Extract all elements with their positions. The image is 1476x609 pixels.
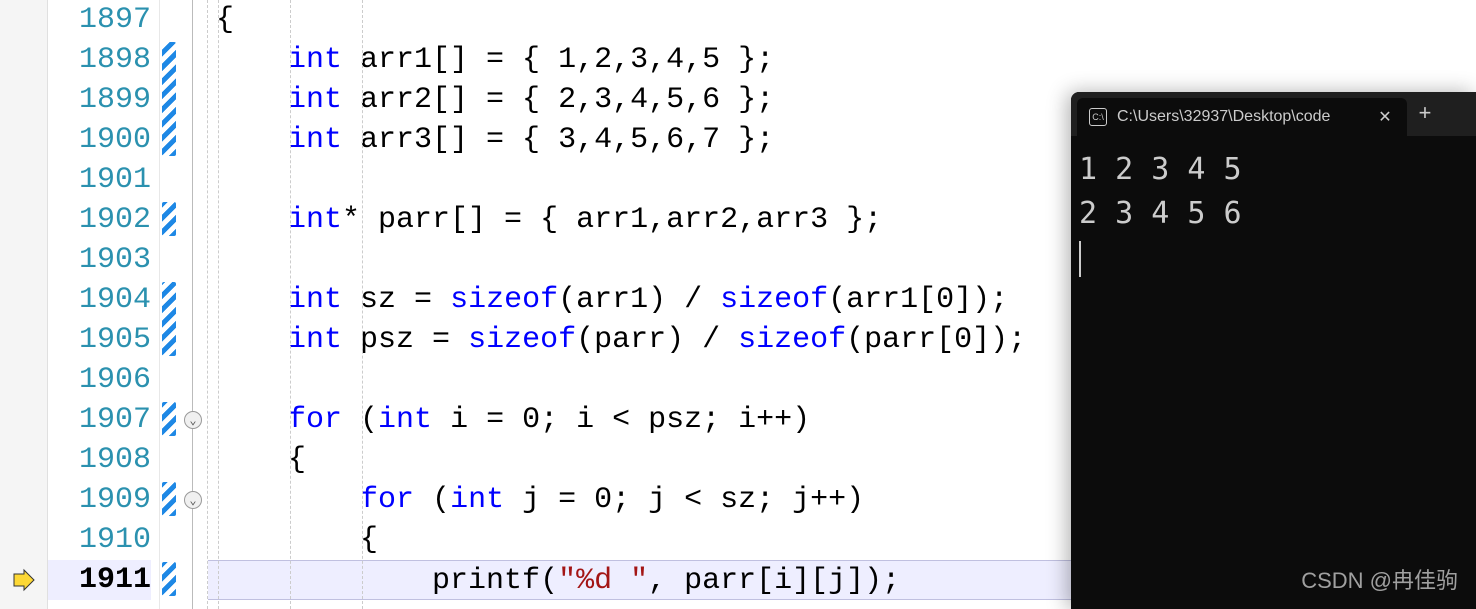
terminal-window: C:\ C:\Users\32937\Desktop\code ✕ + 1 2 … (1071, 92, 1476, 609)
new-tab-button[interactable]: + (1407, 92, 1443, 136)
execution-arrow-icon (12, 568, 36, 592)
line-number: 1906 (48, 360, 151, 400)
line-number: 1897 (48, 0, 151, 40)
change-marker (162, 282, 176, 356)
line-number: 1902 (48, 200, 151, 240)
change-marker (162, 202, 176, 236)
line-number: 1910 (48, 520, 151, 560)
line-number: 1900 (48, 120, 151, 160)
change-marker (162, 42, 176, 156)
output-line: 2 3 4 5 6 (1079, 196, 1242, 231)
terminal-tab-title: C:\Users\32937\Desktop\code (1117, 108, 1365, 126)
line-number: 1899 (48, 80, 151, 120)
line-number: 1907 (48, 400, 151, 440)
terminal-tabbar: C:\ C:\Users\32937\Desktop\code ✕ + (1071, 92, 1476, 136)
line-number: 1905 (48, 320, 151, 360)
line-number: 1901 (48, 160, 151, 200)
change-marker (162, 402, 176, 436)
output-line: 1 2 3 4 5 (1079, 152, 1242, 187)
fold-toggle-icon[interactable]: ⌄ (184, 491, 202, 509)
breakpoint-gutter[interactable] (0, 0, 48, 609)
close-tab-button[interactable]: ✕ (1375, 107, 1395, 127)
terminal-cursor (1079, 241, 1081, 277)
line-number: 1908 (48, 440, 151, 480)
line-number: 1909 (48, 480, 151, 520)
line-number: 1898 (48, 40, 151, 80)
terminal-tab[interactable]: C:\ C:\Users\32937\Desktop\code ✕ (1077, 98, 1407, 136)
code-line[interactable]: int arr1[] = { 1,2,3,4,5 }; (208, 40, 1476, 80)
line-number-current: 1911 (48, 560, 151, 600)
line-number: 1904 (48, 280, 151, 320)
line-number: 1903 (48, 240, 151, 280)
cmd-prompt-icon: C:\ (1089, 108, 1107, 126)
terminal-output[interactable]: 1 2 3 4 5 2 3 4 5 6 (1071, 136, 1476, 609)
change-marker (162, 482, 176, 516)
fold-gutter: ⌄ ⌄ (180, 0, 208, 609)
fold-toggle-icon[interactable]: ⌄ (184, 411, 202, 429)
line-number-gutter: 1897 1898 1899 1900 1901 1902 1903 1904 … (48, 0, 160, 609)
change-indicator-gutter (160, 0, 180, 609)
change-marker (162, 562, 176, 596)
code-line[interactable]: { (208, 0, 1476, 40)
